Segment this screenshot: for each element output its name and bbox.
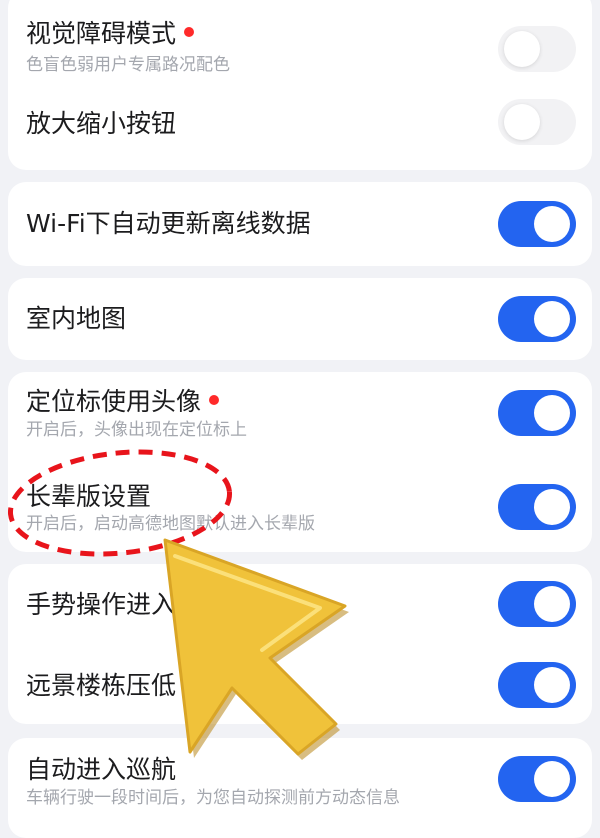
toggle-knob bbox=[534, 206, 570, 242]
setting-title-text: 定位标使用头像 bbox=[26, 387, 202, 416]
setting-row-gesture: 手势操作进入 bbox=[8, 564, 592, 644]
setting-title: 自动进入巡航 bbox=[26, 755, 177, 784]
indoor-map-toggle[interactable] bbox=[498, 296, 576, 342]
setting-title: 室内地图 bbox=[26, 304, 127, 333]
setting-row-distant-buildings: 远景楼栋压低 bbox=[8, 644, 592, 724]
setting-row-auto-cruise: 自动进入巡航 车辆行驶一段时间后，为您自动探测前方动态信息 bbox=[8, 738, 592, 838]
toggle-knob bbox=[534, 301, 570, 337]
setting-title-text: 视觉障碍模式 bbox=[26, 19, 177, 48]
card-indoor-map: 室内地图 bbox=[8, 278, 592, 360]
setting-title: 定位标使用头像 bbox=[26, 387, 220, 417]
setting-subtitle: 色盲色弱用户专属路况配色 bbox=[26, 55, 230, 75]
toggle-knob bbox=[504, 104, 540, 140]
new-badge-dot bbox=[209, 395, 220, 405]
card-avatar-elder: 定位标使用头像 开启后，头像出现在定位标上 长辈版设置 开启后，启动高德地图默认… bbox=[8, 372, 592, 552]
gesture-toggle[interactable] bbox=[498, 581, 576, 627]
distant-buildings-toggle[interactable] bbox=[498, 662, 576, 708]
toggle-knob bbox=[534, 761, 570, 797]
setting-title: 长辈版设置 bbox=[26, 482, 152, 511]
card-auto-cruise: 自动进入巡航 车辆行驶一段时间后，为您自动探测前方动态信息 bbox=[8, 738, 592, 838]
setting-subtitle: 车辆行驶一段时间后，为您自动探测前方动态信息 bbox=[26, 788, 400, 808]
zoom-buttons-toggle[interactable] bbox=[498, 99, 576, 145]
setting-title: Wi-Fi下自动更新离线数据 bbox=[26, 209, 311, 238]
toggle-knob bbox=[534, 489, 570, 525]
card-wifi-update: Wi-Fi下自动更新离线数据 bbox=[8, 182, 592, 266]
setting-row-indoor-map: 室内地图 bbox=[8, 278, 592, 360]
toggle-knob bbox=[534, 586, 570, 622]
new-badge-dot bbox=[184, 27, 195, 37]
setting-title: 视觉障碍模式 bbox=[26, 19, 195, 49]
setting-row-wifi-update: Wi-Fi下自动更新离线数据 bbox=[8, 182, 592, 266]
card-gesture-buildings: 手势操作进入 远景楼栋压低 bbox=[8, 564, 592, 724]
wifi-update-toggle[interactable] bbox=[498, 201, 576, 247]
setting-subtitle: 开启后，头像出现在定位标上 bbox=[26, 420, 247, 440]
visual-impairment-toggle[interactable] bbox=[498, 26, 576, 72]
setting-row-visual-impairment: 视觉障碍模式 色盲色弱用户专属路况配色 bbox=[8, 0, 592, 86]
toggle-knob bbox=[504, 31, 540, 67]
setting-title: 放大缩小按钮 bbox=[26, 109, 177, 138]
avatar-toggle[interactable] bbox=[498, 390, 576, 436]
setting-row-avatar: 定位标使用头像 开启后，头像出现在定位标上 bbox=[8, 372, 592, 458]
setting-row-zoom-buttons: 放大缩小按钮 bbox=[8, 86, 592, 170]
toggle-knob bbox=[534, 667, 570, 703]
elder-mode-toggle[interactable] bbox=[498, 484, 576, 530]
toggle-knob bbox=[534, 395, 570, 431]
setting-row-elder-mode: 长辈版设置 开启后，启动高德地图默认进入长辈版 bbox=[8, 468, 592, 552]
auto-cruise-toggle[interactable] bbox=[498, 756, 576, 802]
card-accessibility: 视觉障碍模式 色盲色弱用户专属路况配色 放大缩小按钮 bbox=[8, 0, 592, 170]
setting-title: 手势操作进入 bbox=[26, 590, 177, 619]
setting-title: 远景楼栋压低 bbox=[26, 671, 177, 700]
setting-subtitle: 开启后，启动高德地图默认进入长辈版 bbox=[26, 514, 315, 534]
